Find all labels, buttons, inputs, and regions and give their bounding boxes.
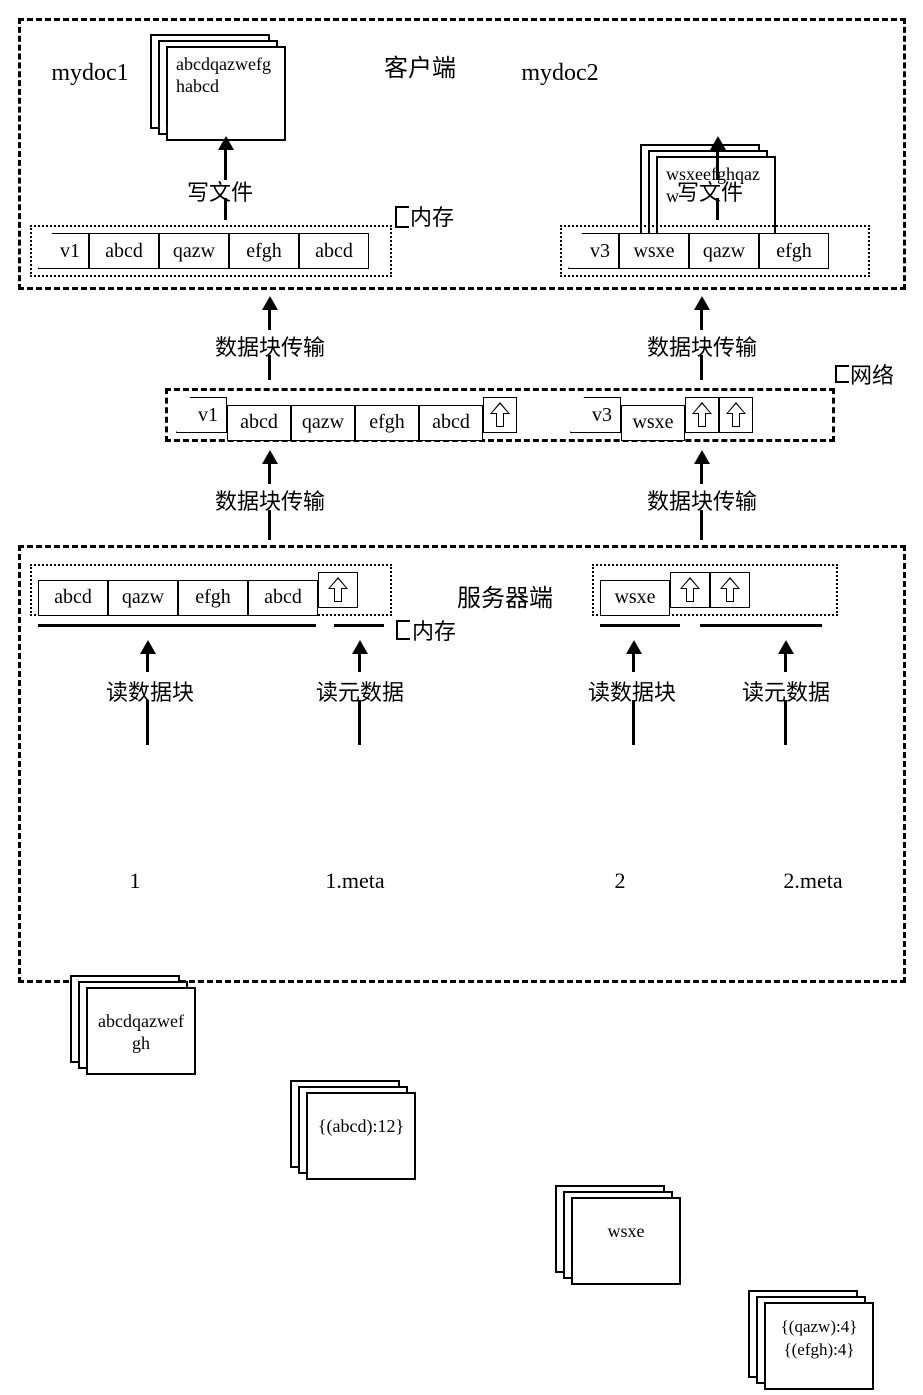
server-file2-meta-name: 2.meta	[748, 868, 878, 894]
client-mem1-row: v1 abcd qazw efgh abcd	[38, 233, 369, 269]
client-mem2-c3: efgh	[759, 233, 829, 269]
server-mem1-c3: efgh	[178, 580, 248, 616]
server-mem2-up2	[710, 572, 750, 608]
server-file2-content: wsxe	[571, 1197, 681, 1285]
server-file1-meta-name: 1.meta	[290, 868, 420, 894]
network-bracket	[835, 365, 849, 383]
arrow-transfer-top-1-stem2	[268, 355, 271, 380]
client-mem1-c2: qazw	[159, 233, 229, 269]
server-mem1-c1: abcd	[38, 580, 108, 616]
arrow-transfer-top-2-stem2	[700, 355, 703, 380]
server-mem1-c2: qazw	[108, 580, 178, 616]
arrow-read-block-2	[626, 640, 642, 654]
network-a-c2: qazw	[291, 405, 355, 441]
server-mem1-underline-b	[334, 624, 384, 627]
server-file1-content: abcdqazwefgh	[86, 987, 196, 1075]
arrow-read-meta-2	[778, 640, 794, 654]
client-mem1-c3: efgh	[229, 233, 299, 269]
arrow-read-meta-1-stem2	[358, 700, 361, 745]
network-label: 网络	[850, 358, 910, 390]
server-memory-label: 内存	[412, 614, 472, 646]
mydoc1-icon: abcdqazwefghabcd	[150, 34, 290, 144]
server-mem2-underline-a	[600, 624, 680, 627]
network-row-a: v1 abcd qazw efgh abcd	[176, 397, 517, 441]
read-block-label-1: 读数据块	[80, 675, 220, 707]
arrow-transfer-top-2	[694, 296, 710, 310]
arrow-write-file-1	[218, 136, 234, 150]
client-mem2-c2: qazw	[689, 233, 759, 269]
server-mem1-up	[318, 572, 358, 608]
client-mem2-row: v3 wsxe qazw efgh	[568, 233, 829, 269]
server-mem2-up1	[670, 572, 710, 608]
arrow-transfer-bot-1	[262, 450, 278, 464]
client-mem2-tag: v3	[568, 233, 619, 269]
server-file1-icon: abcdqazwefgh	[70, 975, 200, 1080]
write-file-label-2: 写文件	[640, 175, 780, 207]
network-b-up2	[719, 397, 753, 433]
write-file-label-1: 写文件	[150, 175, 290, 207]
server-file2-meta-l1: {(qazw):4}	[774, 1316, 864, 1339]
server-mem2-underline-b	[700, 624, 822, 627]
arrow-read-meta-1-stem	[358, 654, 361, 672]
network-a-c4: abcd	[419, 405, 483, 441]
arrow-write-file-2-stem2	[716, 198, 719, 220]
server-mem2-row: wsxe	[600, 572, 750, 616]
arrow-write-file-1-stem2	[224, 198, 227, 220]
network-row-b: v3 wsxe	[570, 397, 753, 441]
client-mem1-tag: v1	[38, 233, 89, 269]
mydoc1-label: mydoc1	[40, 60, 140, 87]
server-file1-meta-icon: {(abcd):12}	[290, 1080, 420, 1185]
arrow-read-block-1-stem2	[146, 700, 149, 745]
network-b-tag: v3	[570, 397, 621, 433]
client-mem1-c1: abcd	[89, 233, 159, 269]
arrow-transfer-bot-2-stem2	[700, 510, 703, 540]
arrow-read-block-2-stem	[632, 654, 635, 672]
arrow-read-meta-1	[352, 640, 368, 654]
arrow-transfer-bot-1-stem	[268, 464, 271, 484]
arrow-read-block-1-stem	[146, 654, 149, 672]
server-title: 服务器端	[440, 578, 570, 613]
client-memory-label: 内存	[410, 200, 470, 232]
client-mem2-c1: wsxe	[619, 233, 689, 269]
server-file1-name: 1	[70, 868, 200, 894]
arrow-transfer-bot-1-stem2	[268, 510, 271, 540]
arrow-read-block-1	[140, 640, 156, 654]
client-mem1-c4: abcd	[299, 233, 369, 269]
server-file2-icon: wsxe	[555, 1185, 685, 1290]
network-a-c3: efgh	[355, 405, 419, 441]
server-mem1-row: abcd qazw efgh abcd	[38, 572, 358, 616]
arrow-transfer-bot-2-stem	[700, 464, 703, 484]
server-file2-meta-l2: {(efgh):4}	[774, 1339, 864, 1362]
arrow-transfer-bot-2	[694, 450, 710, 464]
server-memory-bracket	[396, 620, 410, 640]
network-b-c1: wsxe	[621, 405, 685, 441]
server-mem2-c1: wsxe	[600, 580, 670, 616]
mydoc1-content: abcdqazwefghabcd	[166, 46, 286, 141]
network-a-up	[483, 397, 517, 433]
arrow-write-file-2	[710, 136, 726, 150]
server-file1-meta-content: {(abcd):12}	[306, 1092, 416, 1180]
arrow-read-meta-2-stem2	[784, 700, 787, 745]
arrow-read-meta-2-stem	[784, 654, 787, 672]
server-file2-meta-icon: {(qazw):4} {(efgh):4}	[748, 1290, 878, 1395]
arrow-transfer-top-1	[262, 296, 278, 310]
mydoc2-label: mydoc2	[510, 60, 610, 87]
client-title: 客户端	[360, 48, 480, 83]
server-mem1-underline-a	[38, 624, 316, 627]
server-file2-name: 2	[555, 868, 685, 894]
diagram-canvas: 客户端 mydoc1 mydoc2 abcdqazwefghabcd wsxee…	[0, 0, 923, 1000]
arrow-transfer-top-2-stem	[700, 310, 703, 330]
arrow-transfer-top-1-stem	[268, 310, 271, 330]
network-a-c1: abcd	[227, 405, 291, 441]
network-a-tag: v1	[176, 397, 227, 433]
server-mem1-c4: abcd	[248, 580, 318, 616]
client-memory-bracket	[395, 206, 409, 228]
arrow-read-block-2-stem2	[632, 700, 635, 745]
network-b-up1	[685, 397, 719, 433]
